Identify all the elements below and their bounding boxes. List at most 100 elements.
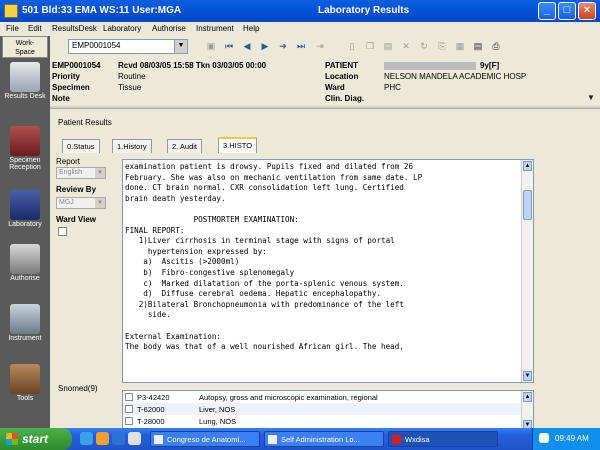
maximize-button[interactable]: □ — [558, 2, 576, 20]
minimize-button[interactable]: _ — [538, 2, 556, 20]
nav-label: Tools — [16, 395, 34, 402]
location-label: Location — [325, 72, 359, 81]
quicklaunch-ie-icon[interactable] — [80, 432, 93, 445]
window-icon — [154, 435, 163, 444]
nav-tools[interactable]: Tools — [2, 362, 48, 402]
nav-laboratory[interactable]: Laboratory — [2, 188, 48, 228]
task-label: Self Administration Lo... — [281, 435, 360, 444]
print-preview-icon[interactable]: ▣ — [205, 40, 217, 52]
snomed-checkbox[interactable] — [125, 405, 133, 413]
patient-age: 9y[F] — [480, 61, 500, 70]
scroll-down-icon[interactable]: ▼ — [523, 371, 532, 381]
nav-instrument[interactable]: Instrument — [2, 302, 48, 342]
scroll-thumb[interactable] — [523, 190, 532, 220]
ward-view-checkbox[interactable] — [58, 227, 67, 236]
copy-icon[interactable]: ❐ — [364, 40, 376, 52]
forward-icon[interactable]: ➔ — [277, 40, 289, 52]
start-button[interactable]: start — [0, 428, 72, 450]
laboratory-icon — [10, 190, 40, 220]
task-self-admin[interactable]: Self Administration Lo... — [264, 431, 384, 447]
tab-status[interactable]: 0.Status — [62, 139, 100, 153]
snomed-checkbox[interactable] — [125, 417, 133, 425]
menu-help[interactable]: Help — [243, 24, 259, 33]
paste-icon[interactable]: ▤ — [382, 40, 394, 52]
report-language-select[interactable]: English ▼ — [56, 167, 106, 179]
tab-histo[interactable]: 3.HISTO — [218, 137, 258, 153]
tray-icon[interactable] — [539, 433, 549, 443]
last-record-icon[interactable]: ⏭ — [295, 40, 307, 52]
list-item[interactable]: P3-42420 Autopsy, gross and microscopic … — [123, 391, 523, 403]
snomed-code: T-62000 — [137, 405, 165, 414]
snomed-scrollbar[interactable]: ▲ ▼ — [521, 391, 533, 431]
report-icon[interactable]: ▦ — [454, 40, 466, 52]
quicklaunch-folder-icon[interactable] — [96, 432, 109, 445]
specimen-value: Tissue — [118, 83, 142, 92]
list-item[interactable]: T-62000 Liver, NOS — [123, 403, 523, 415]
menu-edit[interactable]: Edit — [28, 24, 42, 33]
review-by-value: MGJ — [59, 199, 74, 206]
quicklaunch-desktop-icon[interactable] — [112, 432, 125, 445]
menu-instrument[interactable]: Instrument — [196, 24, 234, 33]
menu-bar: File Edit ResultsDesk Laboratory Authori… — [0, 22, 600, 36]
list-item[interactable]: T-28000 Lung, NOS — [123, 415, 523, 427]
snomed-desc: Liver, NOS — [199, 405, 236, 414]
report-language-label: Report — [56, 157, 81, 166]
priority-value: Routine — [118, 72, 146, 81]
window-icon — [268, 435, 277, 444]
first-record-icon[interactable]: ⏮ — [223, 40, 235, 52]
received-info: Rcvd 08/03/05 15:58 Tkn 03/03/05 00:00 — [118, 61, 267, 70]
nav-label: Results Desk — [4, 93, 46, 100]
delete-icon[interactable]: ✕ — [400, 40, 412, 52]
menu-authorise[interactable]: Authorise — [152, 24, 186, 33]
start-label: start — [22, 432, 49, 446]
ward-view-label: Ward View — [56, 215, 97, 224]
task-wxdisa[interactable]: Wxdisa — [388, 431, 498, 447]
nav-label: Specimen Reception — [9, 157, 41, 171]
review-by-select[interactable]: MGJ ▼ — [56, 197, 106, 209]
snomed-checkbox[interactable] — [125, 393, 133, 401]
collapse-header-icon[interactable]: ▼ — [585, 92, 597, 104]
ward-label: Ward — [325, 83, 345, 92]
task-congreso[interactable]: Congreso de Anatomi... — [150, 431, 260, 447]
refresh-icon[interactable]: ↻ — [418, 40, 430, 52]
specimen-select[interactable]: EMP0001054 ▼ — [68, 39, 188, 54]
new-document-icon[interactable]: ▯ — [346, 40, 358, 52]
location-value: NELSON MANDELA ACADEMIC HOSP — [384, 72, 527, 81]
tab-audit[interactable]: 2. Audit — [167, 139, 203, 153]
snomed-label: Snomed(9) — [58, 384, 98, 393]
previous-icon[interactable]: ◀ — [241, 40, 253, 52]
chevron-down-icon[interactable]: ▼ — [95, 198, 105, 208]
specimen-icon — [10, 126, 40, 156]
authorise-icon — [10, 244, 40, 274]
report-language-value: English — [59, 169, 82, 176]
quicklaunch-app-icon[interactable] — [128, 432, 141, 445]
scroll-up-icon[interactable]: ▲ — [523, 161, 532, 171]
chevron-down-icon[interactable]: ▼ — [95, 168, 105, 178]
chevron-down-icon[interactable]: ▼ — [174, 40, 187, 53]
histo-report-text[interactable]: examination patient is drowsy. Pupils fi… — [122, 159, 534, 383]
scroll-up-icon[interactable]: ▲ — [523, 392, 532, 402]
tab-history[interactable]: 1.History — [112, 139, 152, 153]
menu-resultsdesk[interactable]: ResultsDesk — [52, 24, 97, 33]
snomed-desc: Autopsy, gross and microscopic examinati… — [199, 393, 378, 402]
redacted-patient-name — [384, 62, 476, 70]
menu-file[interactable]: File — [6, 24, 19, 33]
printer-icon[interactable]: ⎙ — [490, 40, 502, 52]
nav-authorise[interactable]: Authorise — [2, 242, 48, 282]
review-by-label: Review By — [56, 185, 97, 194]
menu-laboratory[interactable]: Laboratory — [103, 24, 141, 33]
workspace-button[interactable]: Work- Space — [2, 36, 48, 58]
instrument-icon — [10, 304, 40, 334]
snomed-desc: Lung, NOS — [199, 417, 237, 426]
next-icon[interactable]: ▶ — [259, 40, 271, 52]
attach-icon[interactable]: ⎘ — [436, 40, 448, 52]
close-button[interactable]: × — [578, 2, 596, 20]
priority-label: Priority — [52, 72, 81, 81]
save-icon[interactable]: ▤ — [472, 40, 484, 52]
nav-specimen-reception[interactable]: Specimen Reception — [2, 124, 48, 171]
nav-results-desk[interactable]: Results Desk — [2, 60, 48, 100]
app-icon — [4, 4, 18, 18]
report-scrollbar[interactable]: ▲ ▼ — [521, 160, 533, 382]
export-icon[interactable]: ⇥ — [314, 40, 326, 52]
nav-label: Laboratory — [8, 221, 42, 228]
